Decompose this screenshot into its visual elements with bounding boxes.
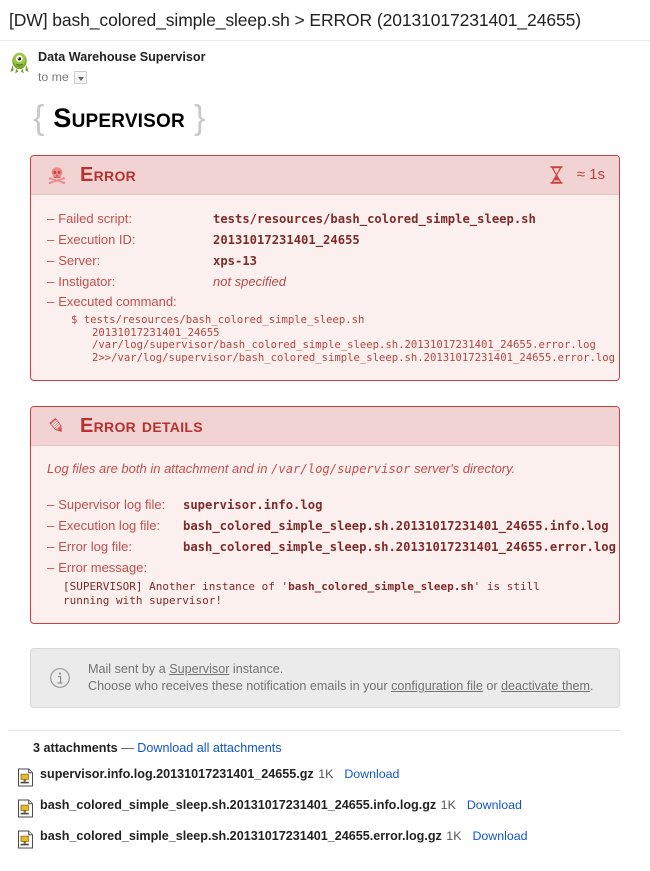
details-note: Log files are both in attachment and in … bbox=[47, 461, 516, 477]
details-note-path: /var/log/supervisor bbox=[271, 462, 411, 477]
gzip-file-icon bbox=[17, 768, 34, 787]
attachment-download-link[interactable]: Download bbox=[472, 829, 527, 843]
info-line-1: Mail sent by a Supervisor instance. bbox=[88, 662, 284, 677]
details-field-value: bash_colored_simple_sleep.sh.20131017231… bbox=[183, 519, 609, 534]
attachment-download-link[interactable]: Download bbox=[467, 798, 522, 812]
error-field-row: – Server: xps-13 bbox=[47, 251, 603, 271]
deactivate-them-link[interactable]: deactivate them bbox=[501, 679, 590, 693]
details-field-key: – Supervisor log file: bbox=[47, 497, 166, 513]
attachment-name: supervisor.info.log.20131017231401_24655… bbox=[40, 767, 314, 782]
info-box-text: Mail sent by a Supervisor instance. Choo… bbox=[88, 661, 593, 695]
error-field-key: – Execution ID: bbox=[47, 232, 136, 247]
notification-info-box: Mail sent by a Supervisor instance. Choo… bbox=[30, 648, 620, 709]
details-field-row: – Execution log file: bash_colored_simple… bbox=[47, 516, 609, 536]
attachment-meta: bash_colored_simple_sleep.sh.20131017231… bbox=[40, 796, 522, 814]
attachments-section: 3 attachments — Download all attachments… bbox=[8, 730, 620, 849]
command-line: $ tests/resources/bash_colored_simple_sl… bbox=[71, 314, 365, 326]
recipient-line[interactable]: to me bbox=[38, 70, 206, 84]
error-field-value: tests/resources/bash_colored_simple_slee… bbox=[213, 212, 536, 226]
error-field-key: – Server: bbox=[47, 253, 101, 268]
attachments-count: 3 attachments bbox=[33, 741, 118, 756]
attachment-size: 1K bbox=[318, 767, 334, 782]
attachment-meta: bash_colored_simple_sleep.sh.20131017231… bbox=[40, 827, 528, 845]
attachment-sub: 1K Download bbox=[441, 798, 522, 812]
details-field-key: – Execution log file: bbox=[47, 518, 161, 534]
attachment-size: 1K bbox=[440, 798, 456, 813]
error-panel-header: Error ≈ 1s bbox=[31, 156, 619, 195]
attachment-name: bash_colored_simple_sleep.sh.20131017231… bbox=[40, 829, 442, 844]
error-field-key: – Instigator: bbox=[47, 274, 116, 289]
error-details-panel: Error details Log files are both in atta… bbox=[30, 406, 620, 625]
error-field-list: – Failed script: tests/resources/bash_col… bbox=[47, 209, 603, 311]
download-all-attachments-link[interactable]: Download all attachments bbox=[137, 741, 281, 755]
mail-subject-text: [DW] bash_colored_simple_sleep.sh > ERRO… bbox=[9, 9, 581, 30]
supervisor-wordmark: { Supervisor} bbox=[33, 99, 650, 138]
configuration-file-link[interactable]: configuration file bbox=[391, 679, 483, 693]
command-line: 20131017231401_24655 bbox=[92, 326, 220, 339]
error-message-row: – Error message: bbox=[47, 558, 603, 577]
wordmark-left-brace: { bbox=[33, 99, 45, 137]
error-message-pre: [SUPERVISOR] Another instance of ' bbox=[63, 580, 289, 594]
skull-and-crossbones-icon bbox=[47, 165, 67, 185]
error-field-value: xps-13 bbox=[213, 254, 258, 268]
error-panel: Error ≈ 1s – Failed script: tests/resourc… bbox=[30, 155, 620, 382]
mail-subject-bar: [DW] bash_colored_simple_sleep.sh > ERRO… bbox=[0, 0, 650, 41]
error-field-row: – Execution ID: 20131017231401_24655 bbox=[47, 230, 603, 250]
error-duration-text: ≈ 1s bbox=[576, 166, 605, 183]
executed-command-row: – Executed command: bbox=[47, 292, 603, 311]
wordmark-right-brace: } bbox=[193, 99, 206, 137]
attachment-size: 1K bbox=[446, 829, 462, 844]
attachment-sub: 1K Download bbox=[318, 767, 399, 781]
info-circle-icon bbox=[49, 667, 71, 689]
details-field-row: – Error log file: bash_colored_simple_sle… bbox=[47, 537, 616, 557]
executed-command-block: $ tests/resources/bash_colored_simple_sl… bbox=[71, 314, 615, 364]
error-message-script: bash_colored_simple_sleep.sh bbox=[288, 580, 474, 594]
details-field-value: bash_colored_simple_sleep.sh.20131017231… bbox=[183, 540, 616, 555]
error-field-row: – Failed script: tests/resources/bash_col… bbox=[47, 209, 603, 229]
error-field-row: – Instigator: not specified bbox=[47, 272, 603, 291]
hourglass-icon bbox=[548, 165, 568, 185]
details-field-key: – Error log file: bbox=[47, 539, 132, 555]
attachment-name: bash_colored_simple_sleep.sh.20131017231… bbox=[40, 798, 437, 813]
info-line-2: Choose who receives these notification e… bbox=[88, 679, 594, 694]
command-line: 2>>/var/log/supervisor/bash_colored_simp… bbox=[92, 351, 615, 364]
recipient-label: to me bbox=[38, 70, 69, 84]
error-field-value: not specified bbox=[213, 274, 286, 289]
error-message-label: – Error message: bbox=[47, 560, 148, 576]
attachments-separator: — bbox=[121, 741, 134, 756]
error-field-value: 20131017231401_24655 bbox=[213, 233, 360, 247]
attachment-sub: 1K Download bbox=[446, 829, 527, 843]
details-field-row: – Supervisor log file: supervisor.info.lo… bbox=[47, 495, 603, 515]
chevron-down-icon[interactable] bbox=[73, 70, 87, 84]
sender-info: Data Warehouse Supervisor to me bbox=[38, 50, 206, 84]
error-details-header: Error details bbox=[31, 407, 619, 447]
details-field-value: supervisor.info.log bbox=[183, 498, 323, 513]
error-panel-title: Error bbox=[80, 164, 137, 186]
error-details-title: Error details bbox=[80, 415, 203, 438]
mail-sender-row: Data Warehouse Supervisor to me bbox=[0, 41, 650, 84]
attachments-list: supervisor.info.log.20131017231401_24655… bbox=[8, 765, 620, 849]
gzip-file-icon bbox=[17, 830, 34, 849]
green-monster-avatar-icon bbox=[9, 51, 30, 74]
pen-nib-icon bbox=[47, 416, 67, 436]
gzip-file-icon bbox=[17, 799, 34, 818]
supervisor-link[interactable]: Supervisor bbox=[169, 662, 229, 676]
executed-command-label: – Executed command: bbox=[47, 294, 177, 309]
error-details-body: Log files are both in attachment and in … bbox=[31, 446, 619, 623]
error-field-key: – Failed script: bbox=[47, 211, 132, 226]
wordmark-text: Supervisor bbox=[53, 103, 185, 133]
attachment-meta: supervisor.info.log.20131017231401_24655… bbox=[40, 765, 399, 783]
error-message-block: [SUPERVISOR] Another instance of 'bash_c… bbox=[63, 580, 591, 607]
error-duration-group: ≈ 1s bbox=[548, 165, 605, 185]
attachments-header: 3 attachments — Download all attachments bbox=[8, 740, 620, 756]
command-line: /var/log/supervisor/bash_colored_simple_… bbox=[92, 339, 596, 352]
error-panel-body: – Failed script: tests/resources/bash_col… bbox=[31, 195, 619, 380]
details-field-list: – Supervisor log file: supervisor.info.lo… bbox=[47, 495, 616, 577]
attachment-download-link[interactable]: Download bbox=[344, 767, 399, 781]
attachment-item[interactable]: supervisor.info.log.20131017231401_24655… bbox=[8, 765, 620, 787]
sender-name: Data Warehouse Supervisor bbox=[38, 50, 206, 64]
attachment-item[interactable]: bash_colored_simple_sleep.sh.20131017231… bbox=[8, 796, 620, 818]
attachment-item[interactable]: bash_colored_simple_sleep.sh.20131017231… bbox=[8, 827, 620, 849]
